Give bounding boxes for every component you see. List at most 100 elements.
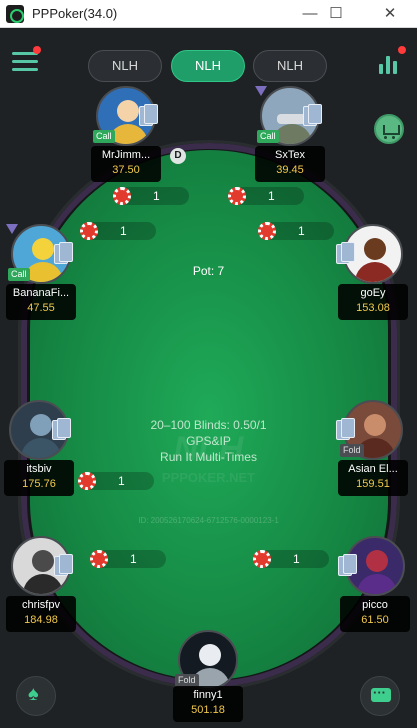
player-nameplate: finny1 501.18 xyxy=(173,686,243,722)
player-stack: 61.50 xyxy=(361,614,389,626)
hole-cards xyxy=(139,104,159,128)
action-badge: Fold xyxy=(340,444,364,457)
hole-cards xyxy=(54,554,74,578)
tab-nlh-1[interactable]: NLH xyxy=(88,50,162,82)
chip-icon xyxy=(90,550,108,568)
maximize-button[interactable]: ☐ xyxy=(325,4,347,24)
player-stack: 184.98 xyxy=(24,614,58,626)
notification-badge xyxy=(398,46,406,54)
player-nameplate: Asian El... 159.51 xyxy=(338,460,408,496)
action-badge: Call xyxy=(8,268,30,281)
player-name: MrJimm... xyxy=(101,149,151,161)
hole-cards xyxy=(338,554,358,578)
player-nameplate: chrisfpv 184.98 xyxy=(6,596,76,632)
player-seat[interactable]: Fold Asian El... 159.51 xyxy=(336,400,408,512)
menu-line xyxy=(12,68,38,71)
bet-amount: 1 xyxy=(120,224,127,238)
player-nameplate: picco 61.50 xyxy=(340,596,410,632)
shop-cart-button[interactable] xyxy=(374,114,404,144)
hero-seat[interactable]: Fold finny1 501.18 xyxy=(173,630,243,726)
player-seat[interactable]: chrisfpv 184.98 xyxy=(6,536,76,648)
chip-icon xyxy=(80,222,98,240)
bet-amount: 1 xyxy=(130,552,137,566)
avatar-head xyxy=(364,414,386,436)
avatar-body xyxy=(357,574,397,594)
hole-cards xyxy=(54,242,74,266)
player-nameplate: SxTex 39.45 xyxy=(255,146,325,182)
player-stack: 501.18 xyxy=(191,704,225,716)
bet-amount: 1 xyxy=(293,552,300,566)
player-seat[interactable]: picco 61.50 xyxy=(338,536,410,648)
tab-nlh-2[interactable]: NLH xyxy=(171,50,245,82)
bet-chip-stack: 1 xyxy=(258,222,334,240)
player-stack: 175.76 xyxy=(22,478,56,490)
window-titlebar: PPPoker(34.0) — ☐ ✕ xyxy=(0,0,417,28)
hole-cards xyxy=(303,104,323,128)
bar-chart-icon xyxy=(379,64,383,74)
player-seat[interactable]: goEy 153.08 xyxy=(336,224,408,336)
chip-icon xyxy=(228,187,246,205)
bet-chip-stack: 1 xyxy=(90,550,166,568)
player-name: Asian El... xyxy=(348,463,398,475)
player-stack: 159.51 xyxy=(356,478,390,490)
avatar-head xyxy=(366,550,388,572)
avatar-head xyxy=(30,414,52,436)
player-seat[interactable]: Call SxTex 39.45 xyxy=(255,86,325,198)
chip-icon xyxy=(253,550,271,568)
tab-nlh-3[interactable]: NLH xyxy=(253,50,327,82)
player-seat[interactable]: Call MrJimm... 37.50 xyxy=(91,86,161,198)
player-name: BananaFi... xyxy=(12,287,70,299)
vip-badge-icon xyxy=(255,86,267,96)
avatar-head xyxy=(199,644,221,666)
minimize-button[interactable]: — xyxy=(299,4,321,24)
bet-chip-stack: 1 xyxy=(78,472,154,490)
player-nameplate: itsbiv 175.76 xyxy=(4,460,74,496)
hole-cards xyxy=(336,242,356,266)
action-badge: Call xyxy=(93,130,115,143)
dealer-button: D xyxy=(170,148,186,164)
bet-amount: 1 xyxy=(118,474,125,488)
menu-button[interactable] xyxy=(12,46,41,74)
player-stack: 37.50 xyxy=(112,164,140,176)
avatar-head xyxy=(32,550,54,572)
bar-chart-icon xyxy=(393,61,397,74)
hole-cards xyxy=(336,418,356,442)
player-stack: 153.08 xyxy=(356,302,390,314)
bet-chip-stack: 1 xyxy=(253,550,329,568)
player-name: SxTex xyxy=(275,149,305,161)
player-name: chrisfpv xyxy=(22,599,60,611)
action-badge: Call xyxy=(257,130,279,143)
player-seat[interactable]: Call BananaFi... 47.55 xyxy=(6,224,76,336)
avatar-body xyxy=(355,262,395,282)
player-nameplate: goEy 153.08 xyxy=(338,284,408,320)
table-tabs: NLH NLH NLH xyxy=(88,50,328,82)
bar-chart-icon xyxy=(386,56,390,74)
pppoker-app-icon xyxy=(6,5,24,23)
notification-badge xyxy=(33,46,41,54)
chip-icon xyxy=(78,472,96,490)
vip-badge-icon xyxy=(6,224,18,234)
player-name: itsbiv xyxy=(26,463,52,475)
player-name: picco xyxy=(362,599,388,611)
window-title: PPPoker(34.0) xyxy=(32,6,118,21)
bet-amount: 1 xyxy=(298,224,305,238)
player-name: goEy xyxy=(360,287,386,299)
avatar-head xyxy=(32,238,54,260)
avatar-head xyxy=(117,100,139,122)
chat-button[interactable] xyxy=(360,676,400,716)
player-nameplate: BananaFi... 47.55 xyxy=(6,284,76,320)
player-nameplate: MrJimm... 37.50 xyxy=(91,146,161,182)
table-id: ID: 200526170624-6712576-0000123-1 xyxy=(138,516,279,525)
stats-button[interactable] xyxy=(377,46,406,76)
player-stack: 47.55 xyxy=(27,302,55,314)
hole-cards xyxy=(52,418,72,442)
bet-chip-stack: 1 xyxy=(80,222,156,240)
chip-icon xyxy=(258,222,276,240)
menu-line xyxy=(12,60,38,63)
player-name: finny1 xyxy=(193,689,223,701)
player-seat[interactable]: itsbiv 175.76 xyxy=(4,400,74,512)
avatar-head xyxy=(364,238,386,260)
close-button[interactable]: ✕ xyxy=(379,4,401,24)
player-stack: 39.45 xyxy=(276,164,304,176)
card-deck-button[interactable] xyxy=(16,676,56,716)
